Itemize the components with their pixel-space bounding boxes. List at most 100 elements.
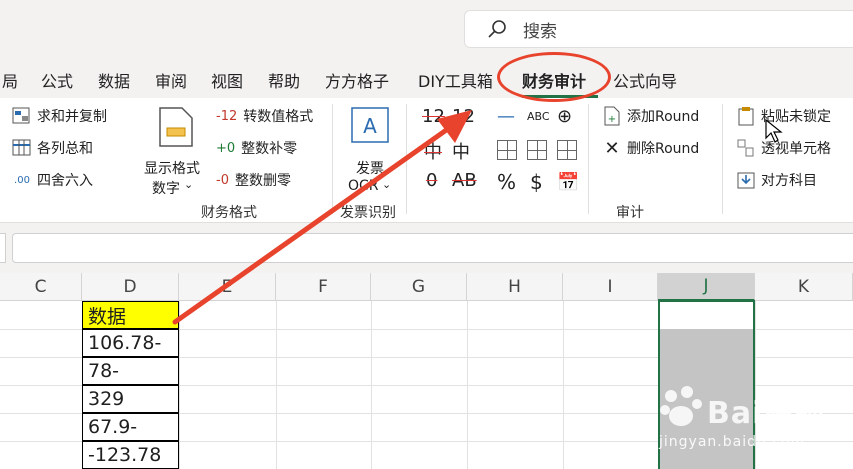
round-half-even-button[interactable]: .00 四舍六入 xyxy=(12,170,93,190)
percent-icon[interactable]: % xyxy=(497,170,516,194)
to-value-format-button[interactable]: -12 转数值格式 xyxy=(216,106,313,126)
mouse-cursor-icon xyxy=(765,118,783,143)
import-icon xyxy=(736,170,756,190)
tab-data[interactable]: 数据 xyxy=(98,68,130,92)
neg0-icon: -0 xyxy=(216,172,229,188)
column-sum-icon xyxy=(12,138,32,158)
invoice-group-label: 发票识别 xyxy=(340,205,396,221)
ribbon-panel: 求和并复制 各列总和 .00 四舍六入 显示格式 数字 ⌄ -12 转数值格式 … xyxy=(0,98,853,223)
group-separator xyxy=(406,104,407,214)
invoice-scan-icon: A xyxy=(351,107,389,143)
clipboard-icon xyxy=(736,106,756,126)
counter-account-button[interactable]: 对方科目 xyxy=(736,170,817,190)
add-round-label: 添加Round xyxy=(627,109,700,125)
grid-icon[interactable] xyxy=(497,140,517,160)
tab-view[interactable]: 视图 xyxy=(211,68,243,92)
column-header-k[interactable]: K xyxy=(755,273,853,301)
document-icon xyxy=(159,107,193,147)
formula-bar xyxy=(0,223,853,273)
digits-label: 数字 xyxy=(152,181,180,197)
strike-ab[interactable]: AB xyxy=(452,170,477,191)
cell-d-value[interactable]: 329 xyxy=(82,385,179,413)
strike-number-a[interactable]: 12 xyxy=(422,106,445,127)
finance-format-group-label: 财务格式 xyxy=(201,205,257,221)
column-header-e[interactable]: E xyxy=(179,273,276,301)
plus0-icon: +0 xyxy=(216,140,236,156)
column-sum-label: 各列总和 xyxy=(37,141,93,157)
dollar-icon[interactable]: $ xyxy=(530,170,543,194)
fill-zero-button[interactable]: +0 整数补零 xyxy=(216,138,297,158)
search-icon xyxy=(488,20,506,38)
round-icon: .00 xyxy=(14,174,30,186)
crosshair-icon[interactable]: ⊕ xyxy=(557,106,572,127)
column-header-c[interactable]: C xyxy=(0,273,82,301)
abc-icon[interactable]: ABC xyxy=(527,110,550,123)
round-label: 四舍六入 xyxy=(37,173,93,189)
show-format-label: 显示格式 xyxy=(144,161,200,177)
tab-fangfang[interactable]: 方方格子 xyxy=(325,68,389,92)
ocr-label: OCR xyxy=(348,178,379,194)
delete-zero-button[interactable]: -0 整数删零 xyxy=(216,170,291,190)
close-icon: ✕ xyxy=(604,137,620,159)
grid-icon[interactable] xyxy=(557,140,577,160)
paw-logo-icon xyxy=(660,386,702,426)
title-bar: 搜索 xyxy=(0,0,853,62)
svg-text:+: + xyxy=(608,114,616,125)
tab-layout[interactable]: 局 xyxy=(2,68,18,92)
tab-review[interactable]: 审阅 xyxy=(155,68,187,92)
add-document-icon: + xyxy=(602,106,622,126)
cell-d-value[interactable]: 67.9- xyxy=(82,413,179,441)
invoice-ocr-button[interactable]: A 发票 OCR ⌄ xyxy=(344,106,400,198)
delete-round-button[interactable]: ✕ 删除Round xyxy=(602,137,700,159)
column-sum-button[interactable]: 各列总和 xyxy=(12,138,93,158)
svg-text:A: A xyxy=(363,114,377,138)
group-separator xyxy=(722,104,723,214)
show-format-button[interactable]: 显示格式 数字 ⌄ xyxy=(142,106,206,198)
pivot-icon xyxy=(736,138,756,158)
sum-copy-label: 求和并复制 xyxy=(37,109,107,125)
column-header-j[interactable]: J xyxy=(658,273,755,301)
column-header-d[interactable]: D xyxy=(82,273,179,301)
group-separator xyxy=(332,104,333,214)
column-header-i[interactable]: I xyxy=(563,273,658,301)
neg12-icon: -12 xyxy=(216,108,238,124)
column-header-g[interactable]: G xyxy=(371,273,467,301)
counter-account-label: 对方科目 xyxy=(761,173,817,189)
strike-char-b[interactable]: 中 xyxy=(452,138,470,164)
fill-zero-label: 整数补零 xyxy=(241,141,298,157)
delete-zero-label: 整数删零 xyxy=(234,173,291,189)
tab-help[interactable]: 帮助 xyxy=(268,68,300,92)
cell-d-value[interactable]: -123.78 xyxy=(82,441,179,469)
search-box[interactable]: 搜索 xyxy=(464,10,853,48)
tab-diy-toolbox[interactable]: DIY工具箱 xyxy=(418,68,493,92)
ribbon-tabs: 局 公式 数据 审阅 视图 帮助 方方格子 DIY工具箱 财务审计 公式向导 xyxy=(0,62,853,98)
cell-d-value[interactable]: 78- xyxy=(82,357,179,385)
name-box[interactable] xyxy=(0,233,6,263)
cell-d-value[interactable]: 106.78- xyxy=(82,329,179,357)
tab-formula-wizard[interactable]: 公式向导 xyxy=(613,68,677,92)
strike-zero[interactable]: 0 xyxy=(426,170,437,191)
delete-round-label: 删除Round xyxy=(627,141,700,157)
baidu-watermark: Bai经验 jingyan.baidu.com xyxy=(655,382,845,462)
add-round-button[interactable]: + 添加Round xyxy=(602,106,699,126)
grid-icon[interactable] xyxy=(527,140,547,160)
column-header-f[interactable]: F xyxy=(276,273,371,301)
strike-number-b[interactable]: 12 xyxy=(452,106,475,127)
column-header-h[interactable]: H xyxy=(467,273,563,301)
audit-group-label: 审计 xyxy=(616,205,644,221)
annotation-circle xyxy=(497,52,611,102)
cell-d-header[interactable]: 数据 xyxy=(82,301,179,329)
strike-char-a[interactable]: 中 xyxy=(424,138,442,164)
minus-icon[interactable]: — xyxy=(497,106,515,127)
watermark-brand: Bai经验 xyxy=(707,396,826,431)
calendar-icon[interactable]: 📅 xyxy=(557,172,579,193)
to-value-format-label: 转数值格式 xyxy=(243,109,314,125)
sum-copy-button[interactable]: 求和并复制 xyxy=(12,106,107,126)
formula-input[interactable] xyxy=(12,233,853,263)
search-placeholder: 搜索 xyxy=(523,21,557,42)
chevron-down-icon: ⌄ xyxy=(184,178,194,191)
tab-formulas[interactable]: 公式 xyxy=(41,68,73,92)
invoice-label: 发票 xyxy=(356,161,384,177)
sum-copy-icon xyxy=(12,106,32,126)
chevron-down-icon: ⌄ xyxy=(382,178,392,191)
